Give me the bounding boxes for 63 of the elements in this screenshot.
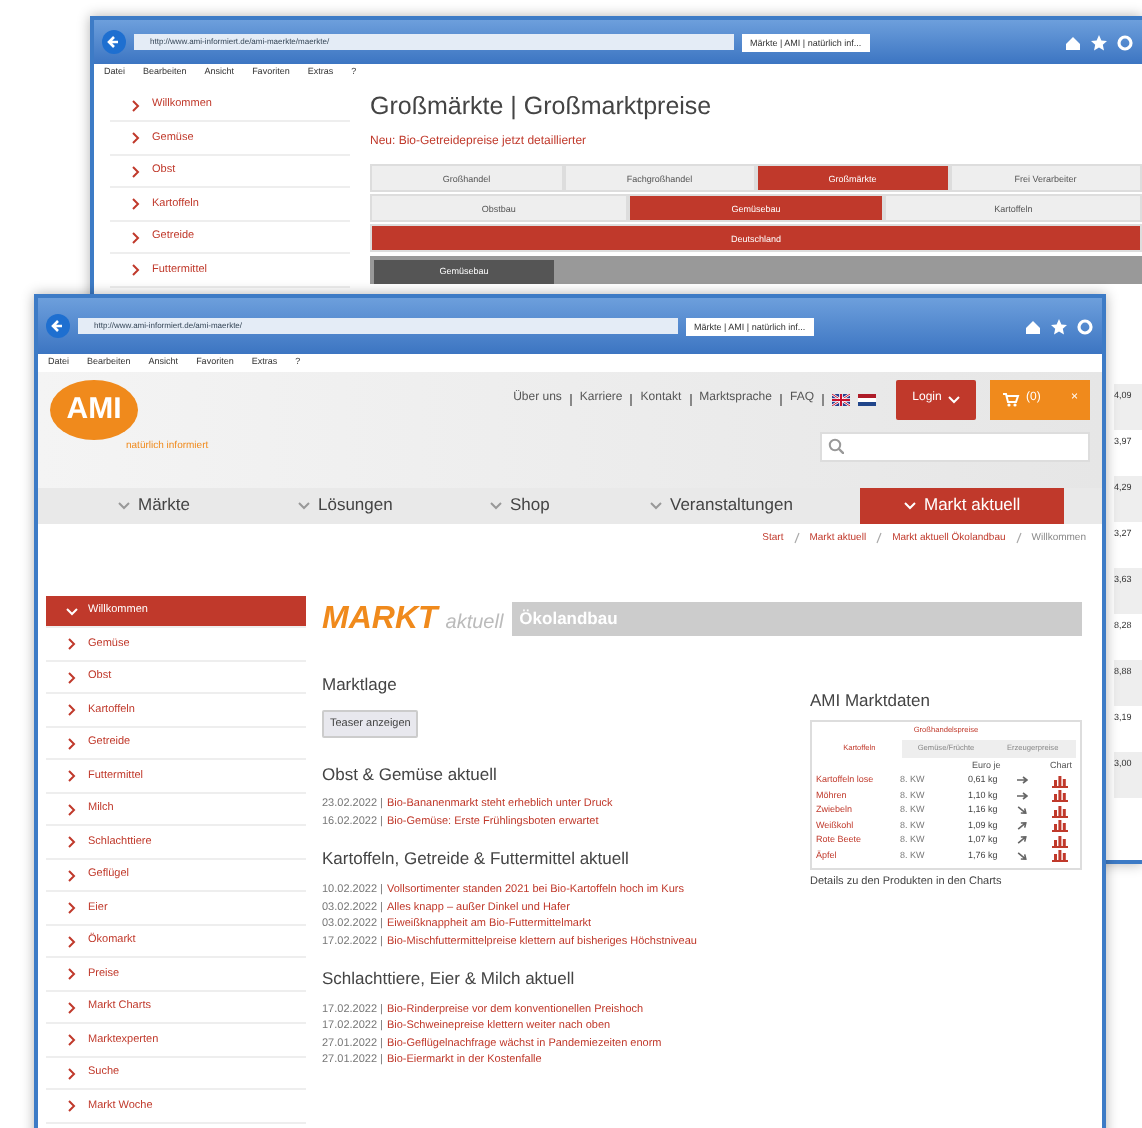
star-icon[interactable] — [1050, 317, 1068, 335]
chevron-icon — [66, 836, 78, 848]
search-icon — [828, 438, 844, 455]
chevron-icon — [130, 198, 142, 210]
chevron-icon — [130, 99, 142, 111]
chevron-icon — [947, 393, 960, 406]
section-heading: Kartoffeln, Getreide & Futtermittel aktuell — [322, 846, 631, 872]
chevron-icon — [66, 1001, 78, 1013]
chevron-icon — [298, 499, 310, 512]
chevron-icon — [66, 638, 78, 650]
chevron-icon — [66, 737, 78, 749]
settings-icon[interactable] — [1076, 317, 1094, 335]
search-field[interactable] — [820, 431, 1090, 462]
chevron-icon — [650, 499, 662, 512]
slash-separator-icon — [1015, 531, 1022, 544]
bar-chart-icon[interactable] — [1052, 848, 1068, 863]
bar-chart-icon[interactable] — [1052, 818, 1068, 833]
section-heading: Schlachttiere, Eier & Milch aktuell — [322, 966, 577, 992]
flag-icon[interactable] — [858, 393, 876, 406]
banner-subtitle: aktuell — [445, 610, 504, 639]
chevron-icon — [66, 902, 78, 914]
chevron-icon — [66, 869, 78, 881]
banner-title: MARKT — [322, 599, 438, 640]
nav-item[interactable]: Shop — [490, 487, 650, 524]
bar-chart-icon[interactable] — [1052, 833, 1068, 848]
chevron-icon — [490, 499, 502, 512]
star-icon[interactable] — [1090, 33, 1108, 51]
flag-icon[interactable] — [832, 393, 850, 406]
page-heading: Großmärkte | Großmarktpreise — [370, 89, 714, 124]
back-icon[interactable] — [102, 30, 126, 54]
widget-title: AMI Marktdaten — [810, 687, 932, 713]
slash-separator-icon — [876, 531, 883, 544]
chevron-icon — [130, 132, 142, 144]
chevron-icon — [66, 704, 78, 716]
cart-icon[interactable] — [1002, 391, 1020, 408]
bar-chart-icon[interactable] — [1052, 803, 1068, 818]
home-icon[interactable] — [1024, 317, 1042, 335]
nav-item[interactable]: Lösungen — [298, 487, 490, 524]
chevron-icon — [66, 1034, 78, 1046]
chevron-icon — [118, 499, 130, 512]
chevron-icon — [66, 968, 78, 980]
chevron-icon — [66, 1100, 78, 1112]
settings-icon[interactable] — [1116, 33, 1134, 51]
nav-item[interactable]: Märkte — [118, 487, 298, 524]
home-icon[interactable] — [1064, 33, 1082, 51]
section-heading: Marktlage — [322, 671, 399, 697]
back-icon[interactable] — [46, 314, 70, 338]
section-heading: Obst & Gemüse aktuell — [322, 761, 499, 787]
chevron-icon — [904, 499, 916, 512]
chevron-icon — [66, 770, 78, 782]
chevron-icon — [66, 803, 78, 815]
chevron-icon — [66, 1067, 78, 1079]
slash-separator-icon — [793, 531, 800, 544]
chevron-icon — [66, 671, 78, 683]
chevron-icon — [130, 264, 142, 276]
chevron-icon — [66, 935, 78, 947]
chevron-icon — [130, 165, 142, 177]
nav-item[interactable]: Veranstaltungen — [650, 487, 860, 524]
bar-chart-icon[interactable] — [1052, 773, 1068, 788]
chevron-icon — [66, 605, 78, 617]
chevron-icon — [130, 231, 142, 243]
bar-chart-icon[interactable] — [1052, 788, 1068, 803]
nav-item[interactable]: Markt aktuell — [860, 487, 1065, 524]
